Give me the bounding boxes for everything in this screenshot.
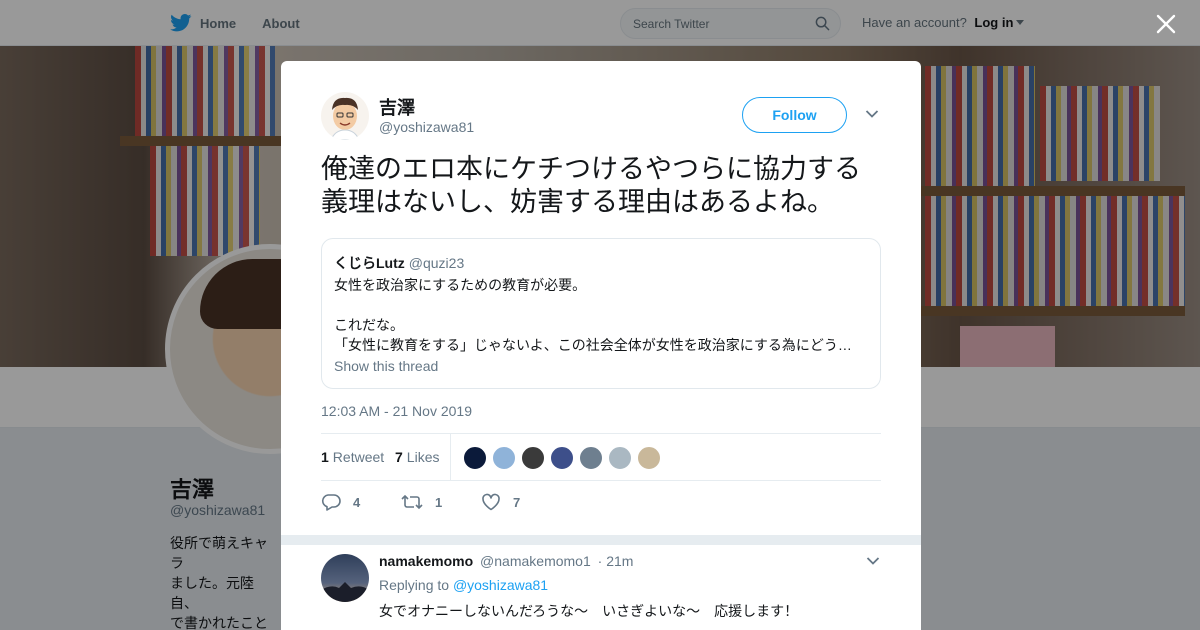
tweet-timestamp[interactable]: 12:03 AM - 21 Nov 2019 <box>321 403 472 419</box>
follow-button[interactable]: Follow <box>742 97 847 133</box>
reply-button[interactable]: 4 <box>321 491 360 513</box>
quoted-text-line: これだな。 <box>334 317 404 333</box>
quoted-text-line: 「女性に教育をする」じゃないよ、この社会全体が女性を政治家にする為にどう… <box>334 337 852 353</box>
tweet-text: 俺達のエロ本にケチつけるやつらに協力する義理はないし、妨害する理由はあるよね。 <box>321 154 861 217</box>
author-avatar[interactable] <box>321 92 369 140</box>
quoted-author-name: くじらLutz <box>334 255 405 271</box>
reply-avatar-silhouette <box>321 582 369 602</box>
retweet-button[interactable]: 1 <box>401 491 442 513</box>
liker-avatar[interactable] <box>550 446 574 470</box>
replying-to-label: Replying to <box>379 577 450 593</box>
reply-author-handle[interactable]: @namakemomo1 <box>480 553 591 569</box>
stats-divider <box>450 434 451 481</box>
quoted-tweet[interactable]: くじらLutz @quzi23 女性を政治家にするための教育が必要。 これだな。 … <box>321 238 881 389</box>
author-handle[interactable]: @yoshizawa81 <box>379 119 474 135</box>
liker-avatar[interactable] <box>521 446 545 470</box>
chevron-down-icon[interactable] <box>865 109 879 119</box>
reply-text: 女でオナニーしないんだろうな～ いさぎよいな～ 応援します！ <box>379 603 799 619</box>
reply-time[interactable]: · 21m <box>598 553 634 569</box>
chevron-down-icon[interactable] <box>866 556 880 566</box>
quoted-text-line: 女性を政治家にするための教育が必要。 <box>334 277 587 293</box>
retweet-action-count: 1 <box>435 494 443 510</box>
reply-count: 4 <box>353 494 361 510</box>
close-icon[interactable] <box>1155 13 1177 35</box>
like-count: 7 <box>395 449 403 465</box>
replies-separator <box>281 535 921 545</box>
liker-avatar[interactable] <box>492 446 516 470</box>
tweet-stats: 1 Retweet 7 Likes <box>321 433 881 481</box>
replying-to: Replying to @yoshizawa81 <box>379 577 548 593</box>
retweet-stat[interactable]: 1 Retweet <box>321 449 384 465</box>
heart-icon <box>482 493 500 511</box>
retweet-stat-label: Retweet <box>332 449 385 465</box>
liker-avatar[interactable] <box>579 446 603 470</box>
like-button[interactable]: 7 <box>481 491 520 513</box>
likes-stat-label: Likes <box>406 449 440 465</box>
tweet-modal: 吉澤 @yoshizawa81 Follow 俺達のエロ本にケチつけるやつらに協… <box>281 61 921 630</box>
author-avatar-illustration <box>330 97 360 140</box>
author-name[interactable]: 吉澤 <box>379 94 415 120</box>
likes-stat[interactable]: 7 Likes <box>395 449 439 465</box>
reply-author-avatar[interactable] <box>321 554 369 602</box>
reply-author-name[interactable]: namakemomo <box>379 553 473 569</box>
retweet-count: 1 <box>321 449 329 465</box>
liker-avatar[interactable] <box>608 446 632 470</box>
tweet-actions: 4 1 7 <box>321 491 881 515</box>
reply-icon <box>321 494 341 511</box>
like-action-count: 7 <box>513 494 521 510</box>
replying-to-link[interactable]: @yoshizawa81 <box>453 577 548 593</box>
liker-avatar[interactable] <box>463 446 487 470</box>
liker-avatar[interactable] <box>637 446 661 470</box>
show-thread-link[interactable]: Show this thread <box>334 358 438 374</box>
quoted-author: くじらLutz @quzi23 <box>334 253 464 273</box>
quoted-author-handle: @quzi23 <box>408 255 465 271</box>
retweet-icon <box>401 494 423 510</box>
reply-author: namakemomo @namakemomo1 · 21m <box>379 553 633 569</box>
